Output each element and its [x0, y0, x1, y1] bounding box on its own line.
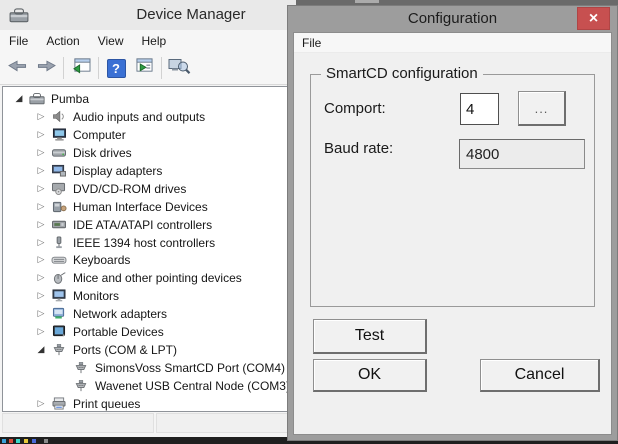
dialog-body: File SmartCD configuration Comport: 4 ..… — [293, 32, 612, 435]
dvd-drive-icon — [51, 182, 68, 195]
menu-item-file[interactable]: File — [294, 34, 329, 52]
collapsed-expander-icon[interactable]: ▷ — [31, 111, 51, 122]
collapsed-expander-icon[interactable]: ▷ — [31, 183, 51, 194]
menu-item-view[interactable]: View — [89, 32, 133, 50]
show-properties-icon — [134, 57, 155, 79]
toolbar-button-scan-hardware-changes[interactable] — [165, 55, 193, 81]
comport-input[interactable]: 4 — [460, 93, 499, 125]
collapsed-expander-icon[interactable]: ▷ — [31, 254, 51, 265]
disk-drive-icon — [51, 146, 68, 159]
collapsed-expander-icon[interactable]: ▷ — [31, 308, 51, 319]
close-icon: × — [589, 11, 598, 27]
menu-item-help[interactable]: Help — [133, 32, 176, 50]
tree-item-label: Wavenet USB Central Node (COM3) — [95, 378, 290, 393]
tree-item-label: IDE ATA/ATAPI controllers — [73, 217, 212, 232]
toolbar-separator — [161, 57, 162, 79]
taskbar-speck — [44, 439, 48, 443]
taskbar-speck — [9, 439, 13, 443]
toolbar-button-show-console-tree[interactable] — [67, 55, 95, 81]
printer-icon — [51, 397, 68, 410]
browse-button[interactable]: ... — [518, 91, 566, 126]
tree-item-label: Computer — [73, 127, 126, 142]
tree-item-label: Portable Devices — [73, 324, 164, 339]
collapsed-expander-icon[interactable]: ▷ — [31, 165, 51, 176]
baud-rate-label: Baud rate: — [324, 140, 393, 157]
configuration-dialog: Configuration × File SmartCD configurati… — [287, 5, 618, 441]
ieee1394-icon — [51, 236, 68, 249]
close-button[interactable]: × — [577, 7, 610, 30]
collapsed-expander-icon[interactable]: ▷ — [31, 129, 51, 140]
test-button[interactable]: Test — [313, 319, 427, 354]
serial-port-icon — [73, 379, 90, 392]
scan-hardware-changes-icon — [168, 57, 191, 80]
collapsed-expander-icon[interactable]: ▷ — [31, 326, 51, 337]
comport-label: Comport: — [324, 100, 386, 117]
computer-machine-icon — [29, 92, 46, 105]
computer-monitor-icon — [51, 128, 68, 141]
tree-item-label: IEEE 1394 host controllers — [73, 235, 215, 250]
background-window-notch — [355, 0, 379, 3]
dialog-menu-bar: File — [294, 33, 611, 53]
mouse-icon — [51, 271, 68, 284]
dialog-title: Configuration — [288, 6, 617, 32]
screen: Device Manager FileActionViewHelp ? ◢Pum… — [0, 0, 618, 444]
menu-item-file[interactable]: File — [0, 32, 37, 50]
keyboard-icon — [51, 253, 68, 266]
dialog-titlebar[interactable]: Configuration × — [288, 6, 617, 32]
status-bar-cell — [2, 413, 154, 433]
background-window-strip — [296, 0, 618, 5]
taskbar-speck — [2, 439, 6, 443]
tree-item-label: Network adapters — [73, 306, 167, 321]
show-console-tree-icon — [71, 57, 92, 79]
forward-icon — [34, 57, 58, 79]
tree-item-label: Disk drives — [73, 145, 132, 160]
tree-item-label: Monitors — [73, 288, 119, 303]
toolbar-separator — [98, 57, 99, 79]
tree-item-label: Keyboards — [73, 252, 130, 267]
toolbar-button-show-properties[interactable] — [130, 55, 158, 81]
collapsed-expander-icon[interactable]: ▷ — [31, 219, 51, 230]
tree-item-label: Audio inputs and outputs — [73, 109, 205, 124]
audio-icon — [51, 110, 68, 123]
taskbar-speck — [16, 439, 20, 443]
collapsed-expander-icon[interactable]: ▷ — [31, 201, 51, 212]
collapsed-expander-icon[interactable]: ▷ — [31, 147, 51, 158]
tree-item-label: SimonsVoss SmartCD Port (COM4) — [95, 360, 285, 375]
toolbar-button-forward[interactable] — [32, 55, 60, 81]
expanded-expander-icon[interactable]: ◢ — [9, 93, 29, 104]
collapsed-expander-icon[interactable]: ▷ — [31, 398, 51, 409]
network-adapter-icon — [51, 307, 68, 320]
collapsed-expander-icon[interactable]: ▷ — [31, 290, 51, 301]
tree-item-label: Mice and other pointing devices — [73, 270, 242, 285]
tree-item-label: Print queues — [73, 396, 140, 411]
serial-port-icon — [51, 343, 68, 356]
baud-rate-field: 4800 — [459, 139, 585, 169]
taskbar-speck — [24, 439, 28, 443]
taskbar-speck — [32, 439, 36, 443]
menu-item-action[interactable]: Action — [37, 32, 88, 50]
monitor-icon — [51, 289, 68, 302]
back-icon — [6, 57, 30, 79]
help-icon: ? — [107, 59, 126, 78]
tree-item-label: Ports (COM & LPT) — [73, 342, 177, 357]
groupbox-label: SmartCD configuration — [321, 65, 483, 82]
toolbar-separator — [63, 57, 64, 79]
ok-button[interactable]: OK — [313, 359, 427, 392]
tree-item-label: Display adapters — [73, 163, 162, 178]
serial-port-icon — [73, 361, 90, 374]
portable-device-icon — [51, 325, 68, 338]
collapsed-expander-icon[interactable]: ▷ — [31, 237, 51, 248]
display-adapter-icon — [51, 164, 68, 177]
hid-icon — [51, 200, 68, 213]
toolbar-button-help[interactable]: ? — [102, 55, 130, 81]
tree-item-label: DVD/CD-ROM drives — [73, 181, 186, 196]
collapsed-expander-icon[interactable]: ▷ — [31, 272, 51, 283]
cancel-button[interactable]: Cancel — [480, 359, 600, 392]
tree-item-label: Pumba — [51, 91, 89, 106]
ide-controller-icon — [51, 218, 68, 231]
toolbar-button-back[interactable] — [4, 55, 32, 81]
tree-item-label: Human Interface Devices — [73, 199, 208, 214]
expanded-expander-icon[interactable]: ◢ — [31, 344, 51, 355]
